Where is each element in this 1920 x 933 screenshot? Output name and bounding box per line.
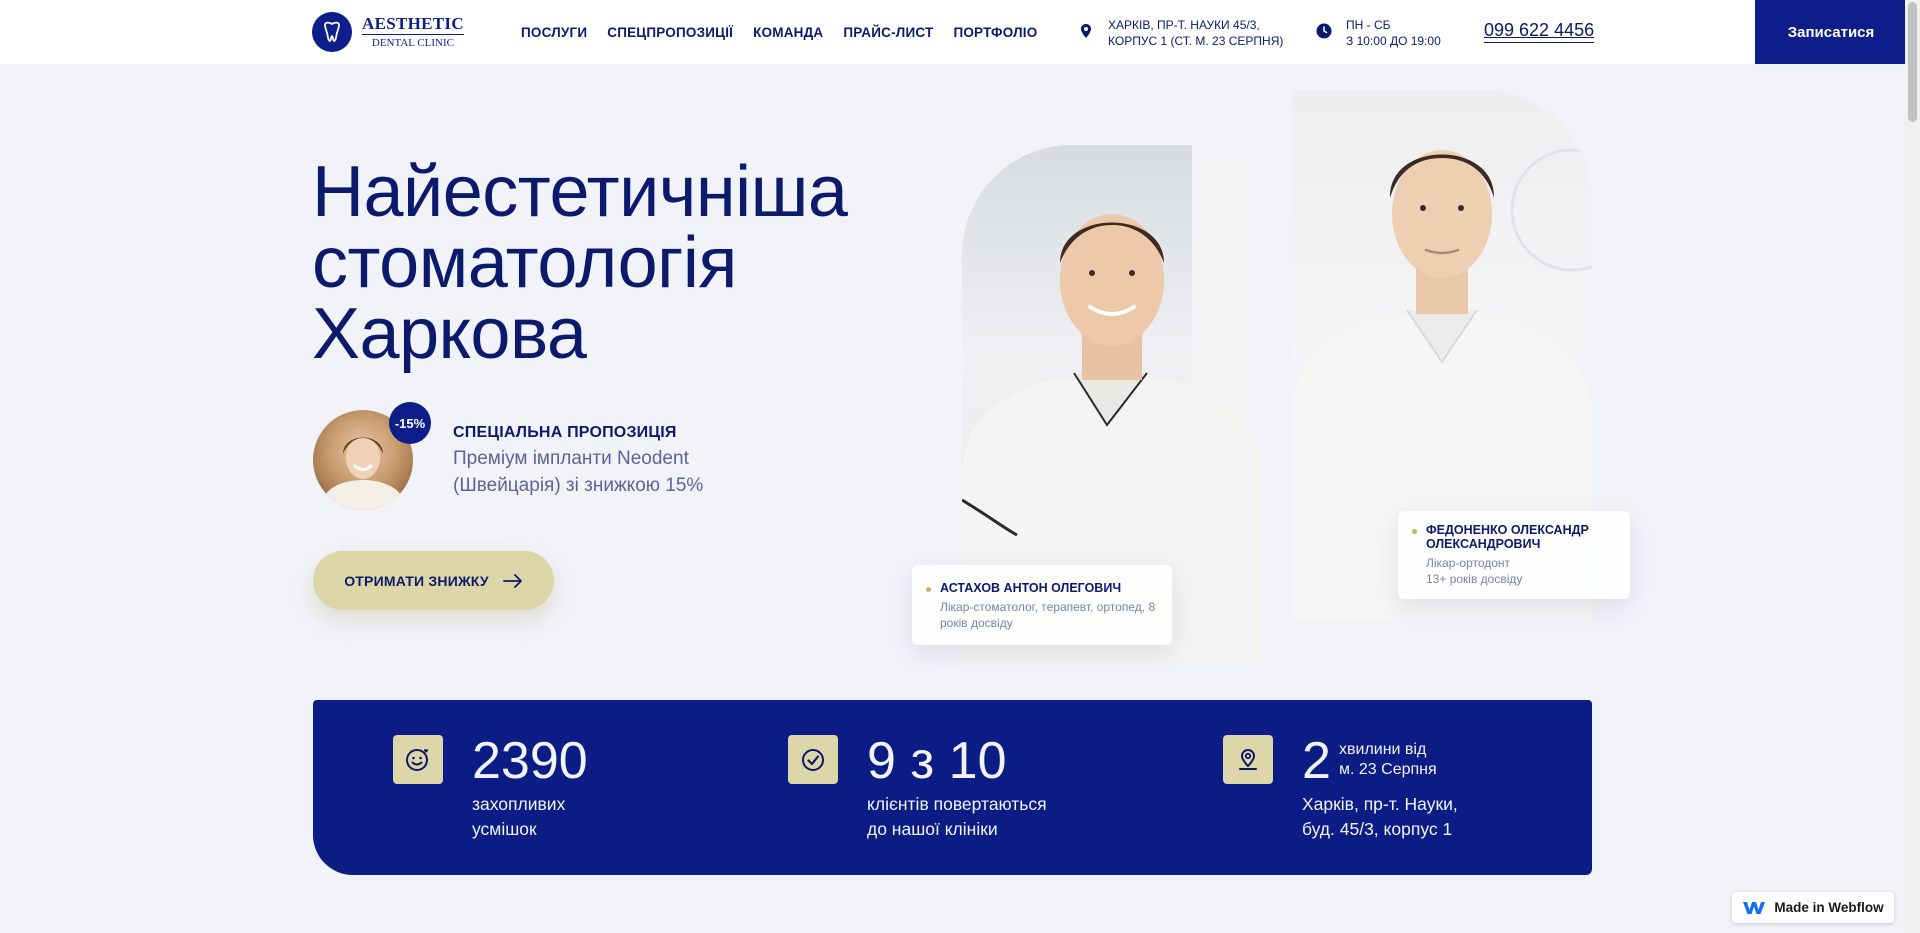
discount-badge: -15% <box>389 402 431 444</box>
clock-icon <box>1316 23 1332 39</box>
stat-small-line: м. 23 Серпня <box>1339 761 1437 778</box>
smile-heart-icon <box>393 735 443 784</box>
nav-special-offers[interactable]: СПЕЦПРОПОЗИЦІЇ <box>607 25 733 40</box>
stat-value-smiles: 2390 <box>472 732 588 790</box>
main-nav: ПОСЛУГИ СПЕЦПРОПОЗИЦІЇ КОМАНДА ПРАЙС-ЛИС… <box>521 25 1037 40</box>
scrollbar-thumb[interactable] <box>1908 2 1917 122</box>
stats-bar: 2390 захопливих усмішок 9 з 10 клієнтів … <box>313 700 1592 875</box>
header-hours: ПН - СБ З 10:00 ДО 19:00 <box>1316 17 1441 49</box>
doctor-name: ФЕДОНЕНКО ОЛЕКСАНДР ОЛЕКСАНДРОВИЧ <box>1426 523 1589 551</box>
stat-desc-line: до нашої клініки <box>867 819 998 839</box>
location-pin-icon <box>1081 24 1091 38</box>
hours-line-1: ПН - СБ <box>1346 18 1391 32</box>
doctor-name: АСТАХОВ АНТОН ОЛЕГОВИЧ <box>940 581 1122 595</box>
book-appointment-button[interactable]: Записатися <box>1755 0 1907 64</box>
stat-value-returning: 9 з 10 <box>867 732 1007 790</box>
tooth-logo-icon <box>312 12 352 52</box>
logo-line-1: AESTHETIC <box>362 14 464 35</box>
hours-line-2: З 10:00 ДО 19:00 <box>1346 34 1441 48</box>
logo-line-2: DENTAL CLINIC <box>371 37 455 49</box>
map-pin-icon <box>1223 735 1273 784</box>
logo-wordmark: AESTHETIC DENTAL CLINIC <box>362 15 464 49</box>
doctor-card-astakhov: АСТАХОВ АНТОН ОЛЕГОВИЧ Лікар-стоматолог,… <box>912 565 1172 645</box>
made-in-webflow-badge[interactable]: Made in Webflow <box>1732 892 1894 923</box>
phone-link[interactable]: 099 622 4456 <box>1484 20 1595 43</box>
clinic-logo[interactable]: AESTHETIC DENTAL CLINIC <box>312 12 464 52</box>
stat-desc-line: усмішок <box>472 819 537 839</box>
doctor-role: Лікар-ортодонт <box>1426 556 1511 570</box>
get-discount-button[interactable]: ОТРИМАТИ ЗНИЖКУ <box>313 551 554 610</box>
stat-value-minutes: 2 <box>1302 732 1331 790</box>
get-discount-label: ОТРИМАТИ ЗНИЖКУ <box>344 572 489 589</box>
page-scrollbar[interactable] <box>1905 0 1920 933</box>
nav-price-list[interactable]: ПРАЙС-ЛИСТ <box>843 25 933 40</box>
nav-services[interactable]: ПОСЛУГИ <box>521 25 587 40</box>
doctor-role: Лікар-стоматолог, терапевт, ортопед, 8 р… <box>940 600 1156 630</box>
stat-desc-line: буд. 45/3, корпус 1 <box>1302 819 1453 839</box>
address-line-1: ХАРКІВ, ПР-Т. НАУКИ 45/3, <box>1108 18 1260 32</box>
nav-portfolio[interactable]: ПОРТФОЛІО <box>953 25 1037 40</box>
address-line-2: КОРПУС 1 (СТ. М. 23 СЕРПНЯ) <box>1108 34 1284 48</box>
promo-description: Преміум імпланти Neodent (Швейцарія) зі … <box>453 448 704 496</box>
hero-title: Найестетичніша стоматологія Харкова <box>312 152 848 374</box>
site-header: AESTHETIC DENTAL CLINIC ПОСЛУГИ СПЕЦПРОП… <box>0 0 1920 64</box>
webflow-logo-icon <box>1743 901 1766 914</box>
stat-desc-line: Харків, пр-т. Науки, <box>1302 794 1458 814</box>
doctor-card-fedonenko: ФЕДОНЕНКО ОЛЕКСАНДР ОЛЕКСАНДРОВИЧ Лікар-… <box>1398 511 1630 599</box>
stat-desc-line: клієнтів повертаються <box>867 794 1047 814</box>
webflow-badge-label: Made in Webflow <box>1774 900 1884 915</box>
stat-small-line: хвилини від <box>1339 741 1427 758</box>
doctor-experience: 13+ років досвіду <box>1426 572 1523 586</box>
stat-desc-line: захопливих <box>472 794 566 814</box>
arrow-right-icon <box>502 573 522 588</box>
check-circle-icon <box>788 735 838 784</box>
promo-label: СПЕЦІАЛЬНА ПРОПОЗИЦІЯ <box>453 424 677 441</box>
nav-team[interactable]: КОМАНДА <box>753 25 823 40</box>
header-address: ХАРКІВ, ПР-Т. НАУКИ 45/3, КОРПУС 1 (СТ. … <box>1078 17 1283 49</box>
